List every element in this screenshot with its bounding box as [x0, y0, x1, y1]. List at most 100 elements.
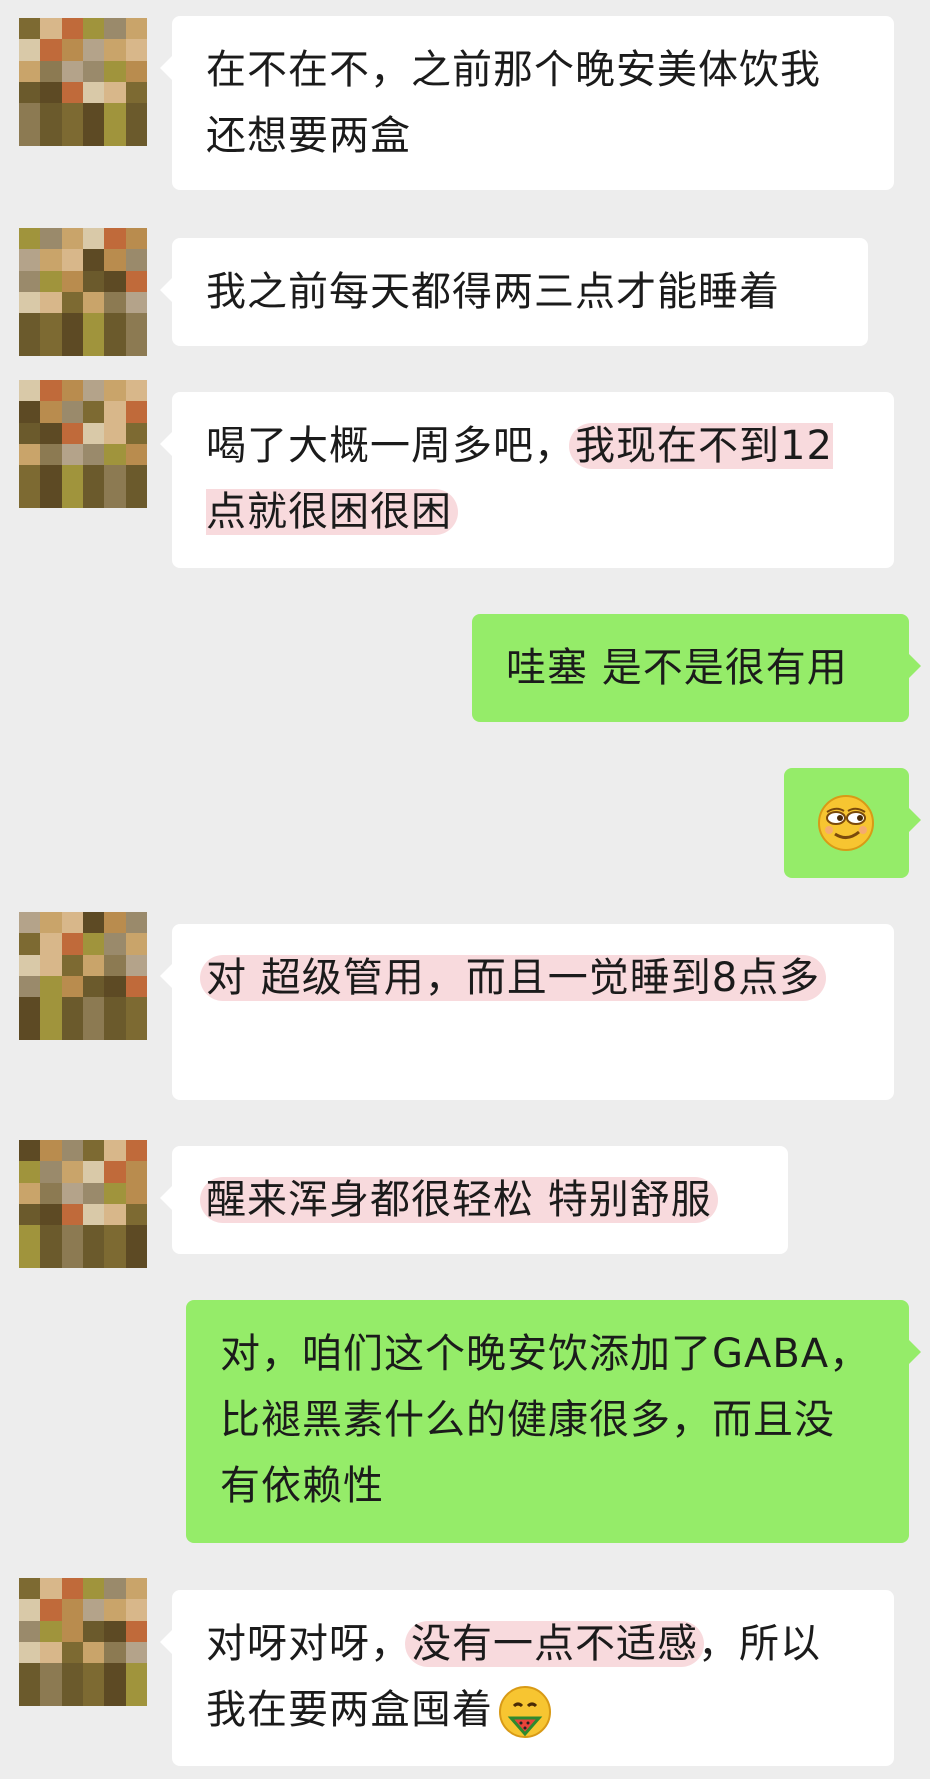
avatar-pixel — [125, 313, 147, 335]
avatar-pixel — [19, 1246, 41, 1268]
avatar-pixel — [104, 124, 126, 146]
watermelon-face-icon — [499, 1686, 551, 1738]
avatar-pixel — [104, 486, 126, 508]
avatar-pixel — [40, 912, 62, 934]
avatar-pixel — [40, 60, 62, 82]
avatar-pixel — [19, 1642, 41, 1664]
avatar-pixel — [61, 1620, 83, 1642]
avatar-pixel — [19, 1684, 41, 1706]
avatar-pixel — [40, 1684, 62, 1706]
avatar-pixel — [40, 933, 62, 955]
avatar-pixel — [61, 1246, 83, 1268]
avatar-pixel — [83, 486, 105, 508]
message-text: 在不在不，之前那个晚安美体饮我还想要两盒 — [206, 47, 821, 159]
avatar-pixel — [40, 1246, 62, 1268]
message-bubble-incoming[interactable]: 醒来浑身都很轻松 特别舒服 — [160, 1146, 788, 1254]
avatar-pixel — [40, 465, 62, 487]
avatar-pixel — [83, 1182, 105, 1204]
avatar-pixel — [19, 1620, 41, 1642]
avatar-pixel — [125, 465, 147, 487]
avatar-pixel — [104, 954, 126, 976]
avatar-pixel — [83, 334, 105, 356]
avatar-pixel — [125, 1161, 147, 1183]
contact-avatar[interactable] — [19, 228, 147, 356]
message-bubble-incoming[interactable]: 对呀对呀，没有一点不适感，所以我在要两盒囤着 — [160, 1590, 894, 1766]
contact-avatar[interactable] — [19, 380, 147, 508]
avatar-pixel — [40, 18, 62, 40]
avatar-pixel — [125, 933, 147, 955]
avatar-pixel — [125, 228, 147, 250]
avatar-pixel — [104, 249, 126, 271]
avatar-pixel — [125, 18, 147, 40]
avatar-pixel — [125, 334, 147, 356]
avatar-pixel — [83, 1578, 105, 1600]
avatar-pixel — [61, 292, 83, 314]
avatar-pixel — [61, 1663, 83, 1685]
message-bubble-incoming[interactable]: 对 超级管用，而且一觉睡到8点多 — [160, 924, 894, 1100]
avatar-pixel — [83, 124, 105, 146]
avatar-pixel — [61, 124, 83, 146]
avatar-pixel — [125, 1204, 147, 1226]
avatar-pixel — [40, 444, 62, 466]
avatar-pixel — [61, 912, 83, 934]
avatar-pixel — [104, 1599, 126, 1621]
avatar-pixel — [61, 1599, 83, 1621]
avatar-pixel — [104, 228, 126, 250]
avatar-pixel — [125, 1663, 147, 1685]
avatar-pixel — [125, 124, 147, 146]
contact-avatar[interactable] — [19, 912, 147, 1040]
avatar-pixel — [104, 39, 126, 61]
avatar-pixel — [104, 103, 126, 125]
avatar-pixel — [83, 997, 105, 1019]
avatar-pixel — [19, 1663, 41, 1685]
message-bubble-incoming[interactable]: 喝了大概一周多吧，我现在不到12点就很困很困 — [160, 392, 894, 568]
contact-avatar[interactable] — [19, 1140, 147, 1268]
avatar-pixel — [83, 401, 105, 423]
contact-avatar[interactable] — [19, 1578, 147, 1706]
avatar-pixel — [104, 292, 126, 314]
avatar-pixel — [104, 1684, 126, 1706]
avatar-pixel — [61, 422, 83, 444]
highlighted-text: 对 超级管用，而且一觉睡到8点多 — [200, 955, 827, 1001]
avatar-pixel — [83, 1161, 105, 1183]
avatar-pixel — [40, 997, 62, 1019]
avatar-pixel — [83, 933, 105, 955]
avatar-pixel — [104, 422, 126, 444]
avatar-pixel — [83, 18, 105, 40]
message-bubble-incoming[interactable]: 在不在不，之前那个晚安美体饮我还想要两盒 — [160, 16, 894, 190]
avatar-pixel — [83, 270, 105, 292]
message-bubble-incoming[interactable]: 我之前每天都得两三点才能睡着 — [160, 238, 868, 346]
avatar-pixel — [104, 1663, 126, 1685]
avatar-pixel — [83, 422, 105, 444]
avatar-pixel — [40, 1018, 62, 1040]
avatar-pixel — [104, 18, 126, 40]
avatar-pixel — [61, 1161, 83, 1183]
avatar-pixel — [19, 82, 41, 104]
avatar-pixel — [104, 401, 126, 423]
avatar-pixel — [40, 1578, 62, 1600]
avatar-pixel — [40, 270, 62, 292]
avatar-pixel — [104, 1578, 126, 1600]
avatar-pixel — [61, 1018, 83, 1040]
avatar-pixel — [125, 1684, 147, 1706]
avatar-pixel — [104, 933, 126, 955]
highlighted-text: 没有一点不适感 — [405, 1621, 704, 1667]
avatar-pixel — [83, 228, 105, 250]
avatar-pixel — [61, 18, 83, 40]
avatar-pixel — [104, 1204, 126, 1226]
message-bubble-outgoing[interactable]: 哇塞 是不是很有用 — [472, 614, 921, 722]
message-bubble-outgoing[interactable]: 对，咱们这个晚安饮添加了GABA，比褪黑素什么的健康很多，而且没有依赖性 — [186, 1300, 921, 1543]
avatar-pixel — [19, 60, 41, 82]
avatar-pixel — [40, 1161, 62, 1183]
avatar-pixel — [61, 1578, 83, 1600]
avatar-pixel — [83, 1663, 105, 1685]
avatar-pixel — [61, 486, 83, 508]
avatar-pixel — [83, 82, 105, 104]
avatar-pixel — [125, 1620, 147, 1642]
avatar-pixel — [104, 380, 126, 402]
message-bubble-outgoing[interactable] — [784, 768, 921, 878]
message-text: 对，咱们这个晚安饮添加了GABA，比褪黑素什么的健康很多，而且没有依赖性 — [220, 1331, 871, 1509]
avatar-pixel — [40, 313, 62, 335]
contact-avatar[interactable] — [19, 18, 147, 146]
avatar-pixel — [104, 976, 126, 998]
